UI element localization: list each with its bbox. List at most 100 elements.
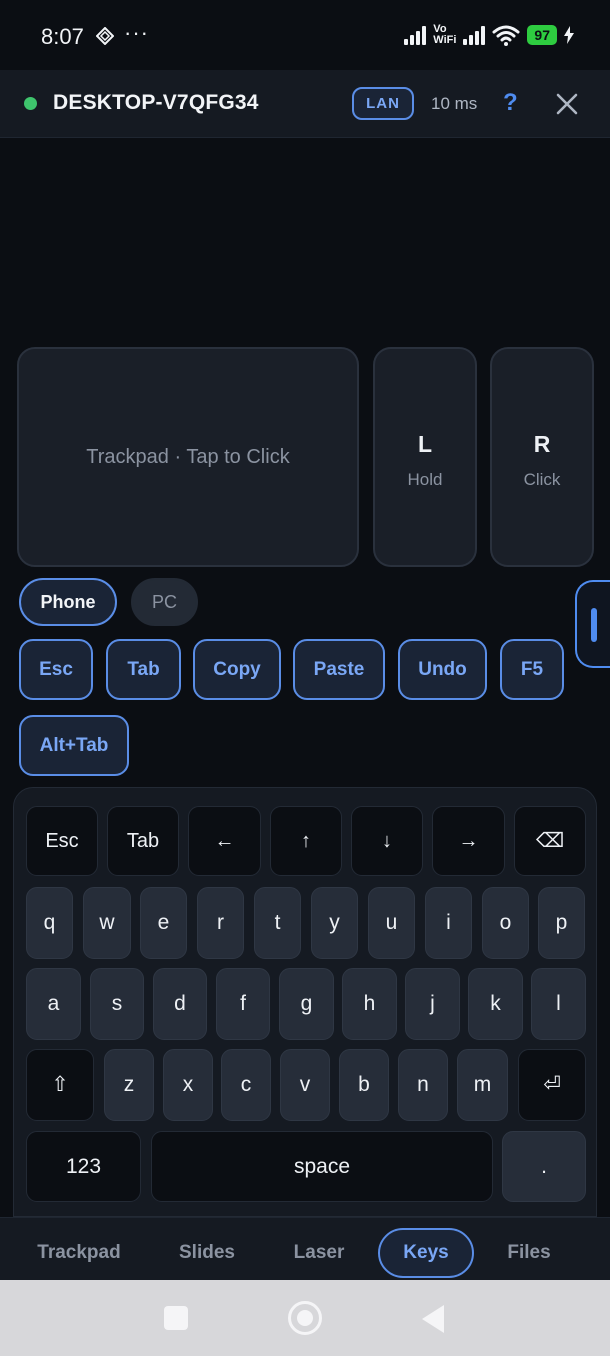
key-d[interactable]: d	[153, 968, 207, 1040]
key-y-label: y	[329, 911, 340, 934]
shortcut-undo-button[interactable]: Undo	[398, 639, 487, 700]
wifi-icon	[492, 25, 520, 46]
key-arrow-left-label: ←	[214, 830, 235, 852]
right-button-label: R	[533, 431, 551, 457]
tab-files[interactable]: Files	[492, 1228, 566, 1278]
key-shift[interactable]: ⇧	[26, 1049, 94, 1121]
tab-laser[interactable]: Laser	[278, 1228, 360, 1278]
help-button[interactable]: ?	[503, 89, 518, 117]
key-backspace-label: ⌫	[535, 830, 565, 852]
key-f-label: f	[240, 992, 246, 1015]
recents-icon[interactable]	[164, 1306, 188, 1330]
key-h-label: h	[363, 992, 376, 1015]
key-period[interactable]: .	[502, 1131, 586, 1202]
key-backspace[interactable]: ⌫	[514, 806, 586, 876]
drag-handle-icon	[591, 608, 597, 642]
key-arrow-up[interactable]: ↑	[270, 806, 342, 876]
key-space[interactable]: space	[151, 1131, 493, 1202]
vowifi-icon: Vo WiFi	[433, 23, 457, 46]
key-b-label: b	[358, 1073, 370, 1096]
bottom-nav: Trackpad Slides Laser Keys Files	[0, 1217, 610, 1280]
key-g[interactable]: g	[279, 968, 334, 1040]
device-name: DESKTOP-V7QFG34	[53, 91, 259, 114]
key-w-label: w	[99, 911, 115, 934]
cell-signal-icon	[404, 25, 427, 45]
key-s-label: s	[111, 992, 123, 1015]
key-tab[interactable]: Tab	[107, 806, 179, 876]
key-arrow-up-label: ↑	[301, 830, 311, 852]
key-arrow-left[interactable]: ←	[188, 806, 261, 876]
system-nav-bar	[0, 1280, 610, 1356]
left-button-sub: Hold	[407, 470, 443, 489]
key-q[interactable]: q	[26, 887, 73, 959]
key-t[interactable]: t	[254, 887, 301, 959]
key-w[interactable]: w	[83, 887, 131, 959]
key-u-label: u	[385, 911, 398, 934]
key-l[interactable]: l	[531, 968, 586, 1040]
mode-phone-toggle[interactable]: Phone	[19, 578, 117, 626]
key-c[interactable]: c	[221, 1049, 271, 1121]
key-p-label: p	[555, 911, 568, 934]
status-time: 8:07	[41, 24, 84, 49]
key-r[interactable]: r	[197, 887, 244, 959]
key-arrow-right[interactable]: →	[432, 806, 505, 876]
left-mouse-button[interactable]: L Hold	[373, 347, 477, 567]
status-icons: Vo WiFi 97	[404, 20, 574, 50]
key-l-label: l	[556, 992, 561, 1015]
key-space-label: space	[293, 1155, 351, 1178]
key-d-label: d	[174, 992, 186, 1015]
key-arrow-down[interactable]: ↓	[351, 806, 423, 876]
key-y[interactable]: y	[311, 887, 358, 959]
key-a[interactable]: a	[26, 968, 81, 1040]
key-v-label: v	[299, 1073, 311, 1096]
tab-keys[interactable]: Keys	[378, 1228, 474, 1278]
side-drawer-handle[interactable]	[575, 580, 610, 668]
tab-slides[interactable]: Slides	[160, 1228, 254, 1278]
key-esc-label: Esc	[45, 830, 79, 852]
key-i[interactable]: i	[425, 887, 472, 959]
key-n-label: n	[417, 1073, 429, 1096]
right-mouse-button[interactable]: R Click	[490, 347, 594, 567]
shortcut-f5-button[interactable]: F5	[500, 639, 564, 700]
key-o[interactable]: o	[482, 887, 529, 959]
shortcut-esc-button[interactable]: Esc	[19, 639, 93, 700]
key-u[interactable]: u	[368, 887, 415, 959]
close-icon[interactable]	[556, 93, 578, 115]
key-k[interactable]: k	[468, 968, 523, 1040]
key-x[interactable]: x	[163, 1049, 213, 1121]
connection-header: DESKTOP-V7QFG34 LAN 10 ms ?	[0, 70, 610, 138]
key-esc[interactable]: Esc	[26, 806, 98, 876]
key-h[interactable]: h	[342, 968, 397, 1040]
status-bar: 8:07 ··· Vo WiFi 97	[0, 0, 610, 70]
key-p[interactable]: p	[538, 887, 585, 959]
key-123[interactable]: 123	[26, 1131, 141, 1202]
key-a-label: a	[47, 992, 60, 1015]
key-q-label: q	[43, 911, 56, 934]
key-s[interactable]: s	[90, 968, 144, 1040]
shortcut-copy-button[interactable]: Copy	[193, 639, 281, 700]
key-m[interactable]: m	[457, 1049, 508, 1121]
shortcut-paste-button[interactable]: Paste	[293, 639, 385, 700]
key-z[interactable]: z	[104, 1049, 154, 1121]
key-t-label: t	[274, 911, 281, 934]
mode-pc-toggle[interactable]: PC	[131, 578, 198, 626]
tab-trackpad[interactable]: Trackpad	[22, 1228, 136, 1278]
key-v[interactable]: v	[280, 1049, 330, 1121]
key-b[interactable]: b	[339, 1049, 389, 1121]
key-m-label: m	[473, 1073, 492, 1096]
shortcut-tab-button[interactable]: Tab	[106, 639, 181, 700]
key-n[interactable]: n	[398, 1049, 448, 1121]
key-z-label: z	[123, 1073, 135, 1096]
key-o-label: o	[499, 911, 512, 934]
key-enter[interactable]: ⏎	[518, 1049, 586, 1121]
key-j[interactable]: j	[405, 968, 460, 1040]
home-icon[interactable]	[288, 1301, 322, 1335]
key-e[interactable]: e	[140, 887, 187, 959]
left-button-label: L	[417, 431, 433, 457]
key-f[interactable]: f	[216, 968, 270, 1040]
right-button-sub: Click	[523, 470, 561, 489]
back-icon[interactable]	[422, 1305, 444, 1333]
trackpad-surface[interactable]: Trackpad · Tap to Click	[17, 347, 359, 567]
shortcut-alt-tab-button[interactable]: Alt+Tab	[19, 715, 129, 776]
key-k-label: k	[490, 992, 501, 1015]
